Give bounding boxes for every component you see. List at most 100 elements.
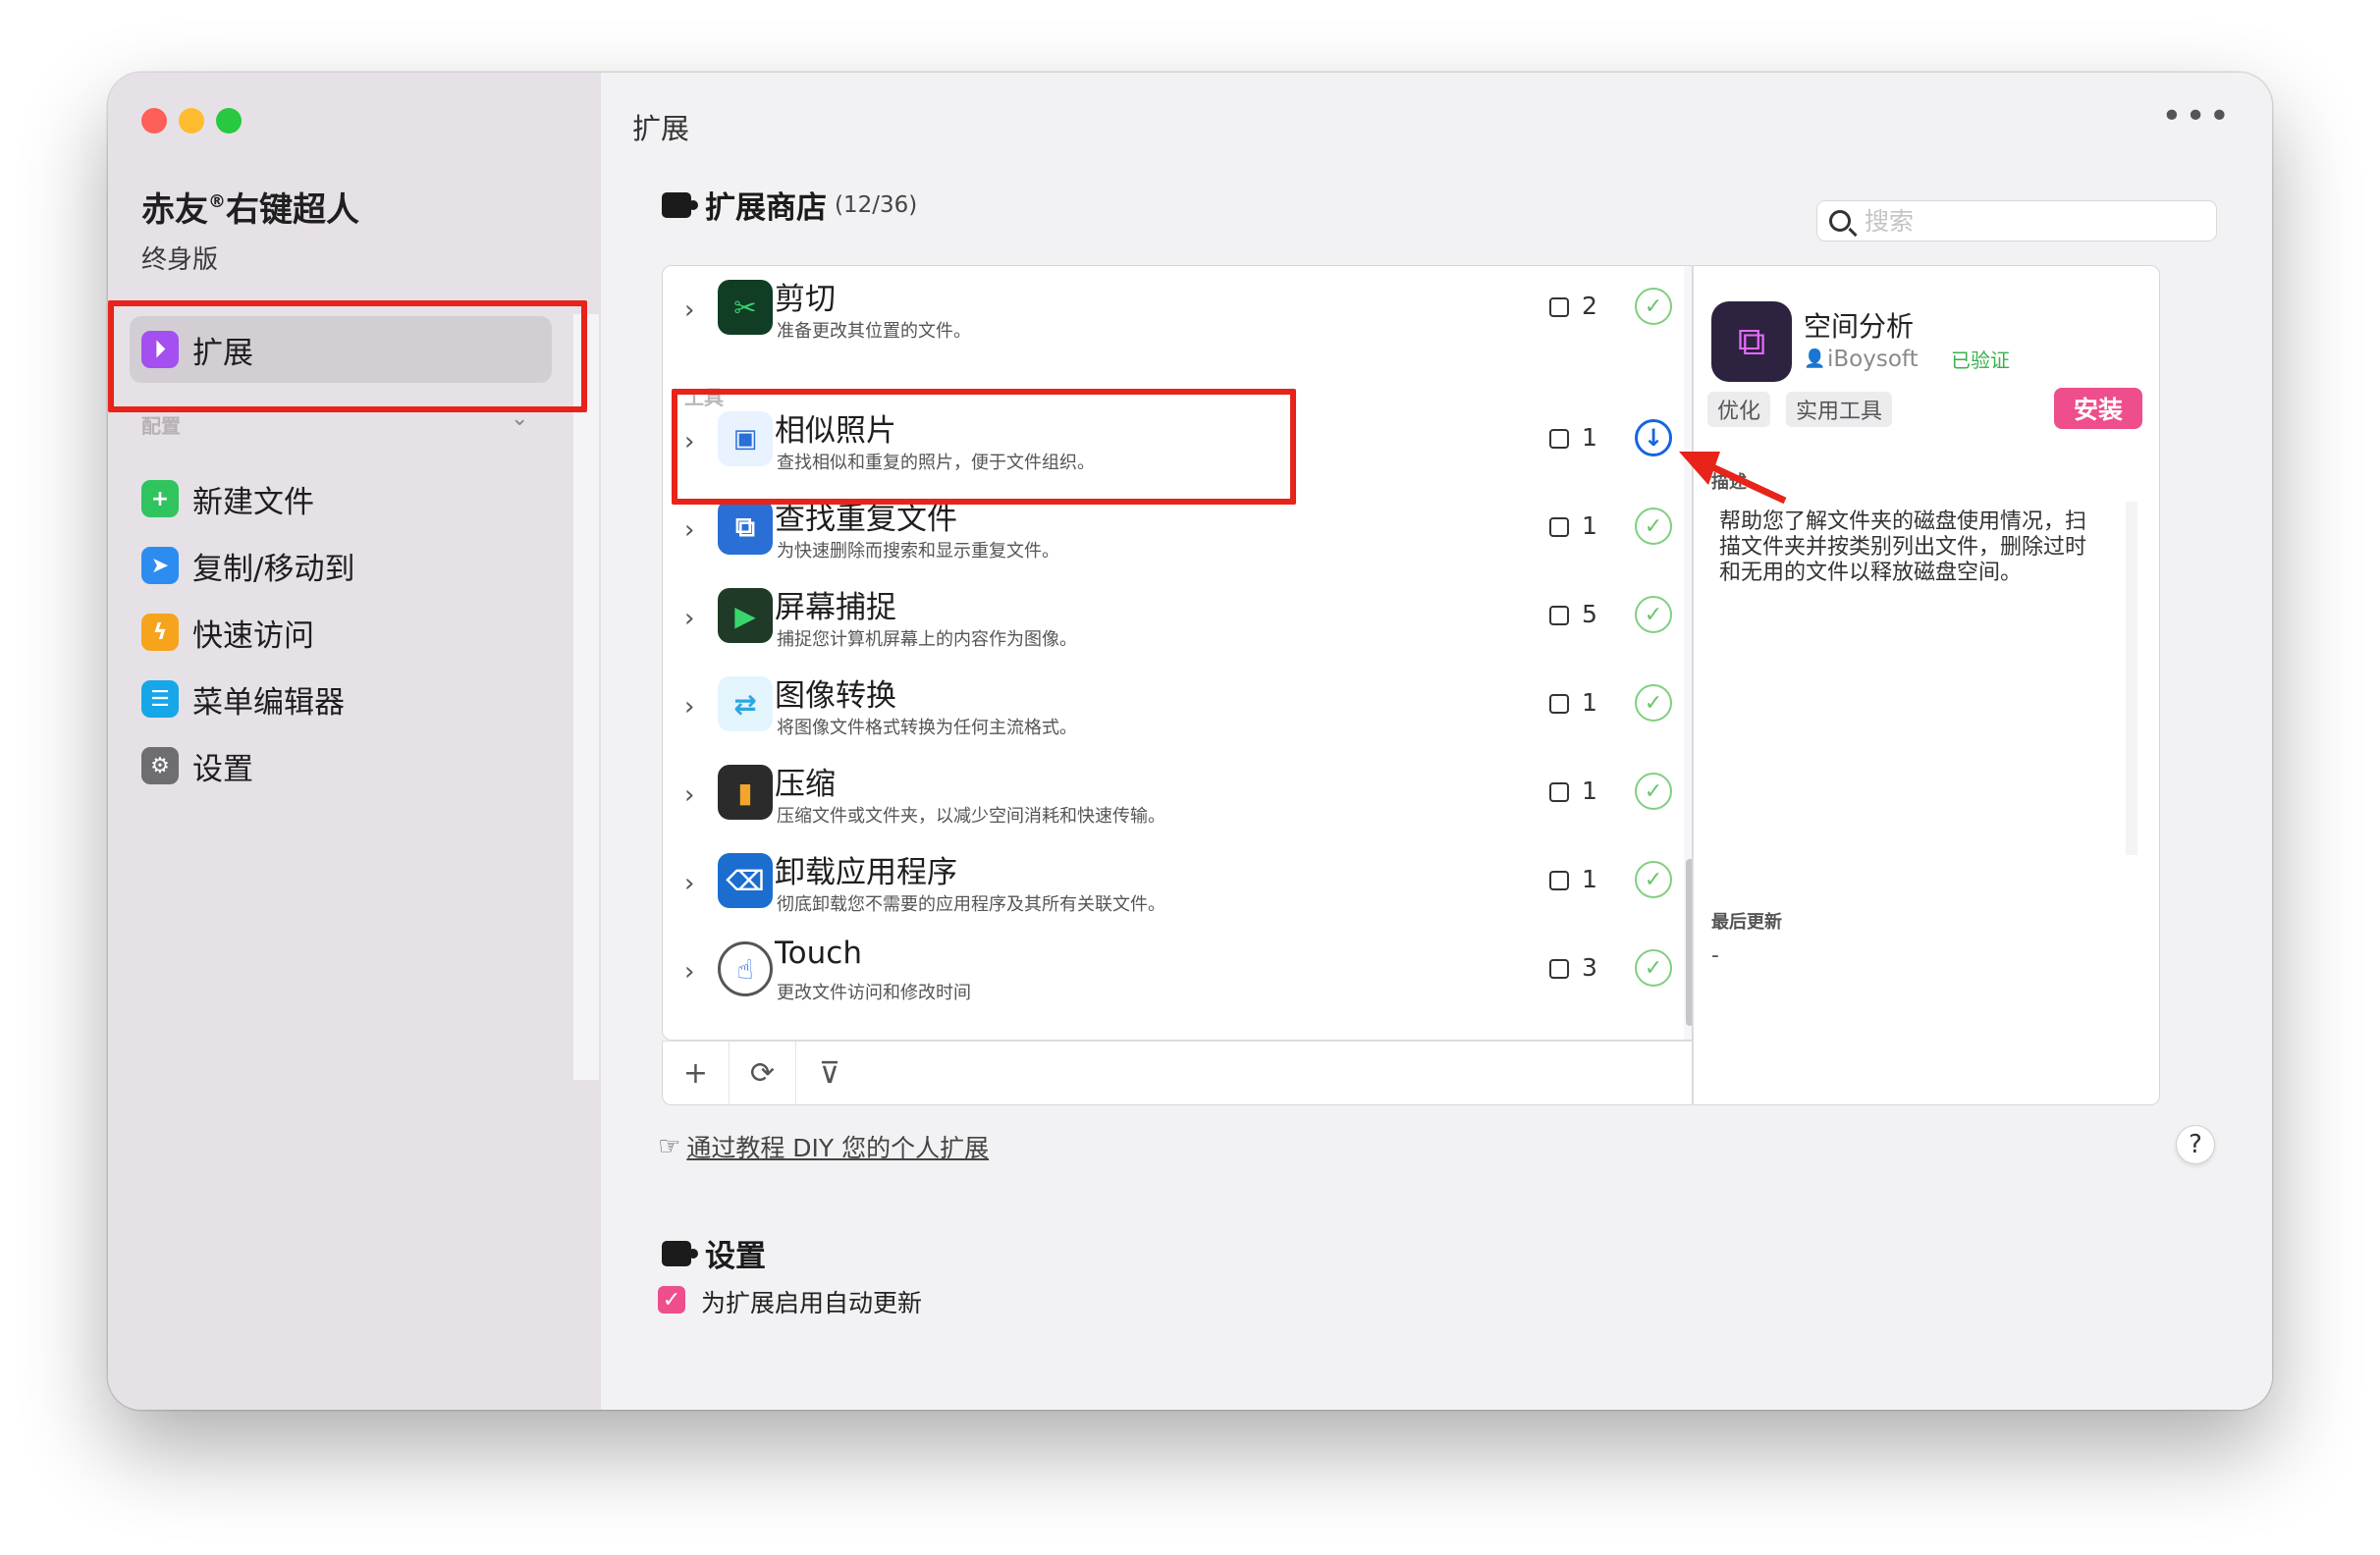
installed-check-icon: ✓ (1635, 508, 1672, 545)
list-scrollbar-thumb[interactable] (1686, 859, 1692, 1026)
installed-check-icon: ✓ (1635, 949, 1672, 987)
chip-icon (1549, 782, 1569, 802)
app-title: 赤友®右键超人 (141, 190, 359, 230)
sidebar-item-new-file[interactable]: + 新建文件 (141, 475, 314, 522)
extension-action-count: 2 (1582, 292, 1597, 320)
sidebar-item-quick-access[interactable]: ϟ 快速访问 (141, 609, 314, 656)
list-item[interactable]: › ▶ 屏幕捕捉 捕捉您计算机屏幕上的内容作为图像。 5 ✓ (663, 574, 1684, 663)
extension-description: 准备更改其位置的文件。 (777, 321, 971, 342)
annotation-highlight-box (108, 300, 587, 412)
auto-update-checkbox[interactable]: ✓ (658, 1286, 685, 1314)
list-item[interactable]: › ⌫ 卸载应用程序 彻底卸载您不需要的应用程序及其所有关联文件。 1 ✓ (663, 839, 1684, 928)
list-icon: ☰ (141, 680, 179, 718)
chevron-right-icon[interactable]: › (684, 957, 694, 987)
main-pane: 扩展 ••• 扩展商店 (12/36) › ✂ 剪切 准备更改其位置的文件。 2… (601, 73, 2272, 1410)
detail-name: 空间分析 (1804, 310, 1915, 343)
help-button[interactable]: ? (2176, 1125, 2215, 1164)
refresh-icon[interactable]: ⟳ (730, 1042, 796, 1104)
add-icon[interactable]: + (663, 1042, 730, 1104)
list-item[interactable]: › ▮ 压缩 压缩文件或文件夹，以减少空间消耗和快速传输。 1 ✓ (663, 751, 1684, 839)
minimize-window-button[interactable] (179, 108, 204, 134)
more-options-icon[interactable]: ••• (2161, 96, 2233, 136)
search-input[interactable] (1865, 206, 2198, 236)
app-edition: 终身版 (141, 245, 219, 275)
installed-check-icon: ✓ (1635, 288, 1672, 325)
sidebar-item-label: 新建文件 (192, 484, 314, 520)
extension-description: 将图像文件格式转换为任何主流格式。 (777, 718, 1077, 738)
chevron-right-icon[interactable]: › (684, 295, 694, 325)
sidebar-group-label: 配置 (141, 414, 181, 438)
sidebar-item-copy-move[interactable]: ➤ 复制/移动到 (141, 542, 354, 589)
chip-icon (1549, 297, 1569, 317)
extension-description: 更改文件访问和修改时间 (777, 983, 971, 1003)
sidebar-scrollbar[interactable] (573, 314, 599, 1080)
chevron-right-icon[interactable]: › (684, 515, 694, 545)
sidebar-item-label: 快速访问 (192, 617, 314, 654)
chevron-right-icon[interactable]: › (684, 604, 694, 633)
settings-heading: 设置 (662, 1231, 766, 1275)
diy-tutorial-link-row: ☞ 通过教程 DIY 您的个人扩展 (658, 1129, 989, 1164)
sidebar-item-label: 设置 (192, 751, 253, 787)
extension-description: 彻底卸载您不需要的应用程序及其所有关联文件。 (777, 894, 1165, 915)
store-count: (12/36) (835, 191, 918, 218)
extension-list: › ✂ 剪切 准备更改其位置的文件。 2 ✓ 工具 › ▣ 相似照片 查找相似和… (662, 265, 1693, 1041)
sidebar-item-settings[interactable]: ⚙ 设置 (141, 742, 253, 789)
tag: 优化 (1707, 392, 1771, 427)
search-icon (1829, 210, 1851, 232)
chevron-right-icon[interactable]: › (684, 869, 694, 898)
extension-title: 图像转换 (775, 678, 896, 714)
list-item[interactable]: › ✂ 剪切 准备更改其位置的文件。 2 ✓ (663, 266, 1684, 354)
install-button[interactable]: 安装 (2054, 388, 2142, 429)
screen-capture-icon: ▶ (718, 588, 773, 643)
extension-action-count: 1 (1582, 688, 1597, 717)
chip-icon (1549, 517, 1569, 537)
scissors-icon: ✂ (718, 280, 773, 335)
diy-tutorial-link[interactable]: 通过教程 DIY 您的个人扩展 (686, 1129, 989, 1164)
chip-icon (1549, 429, 1569, 449)
detail-vendor: iBoysoft (1827, 347, 1919, 372)
detail-description: 帮助您了解文件夹的磁盘使用情况，扫描文件夹并按类别列出文件，删除过时和无用的文件… (1719, 509, 2087, 585)
description-scrollbar[interactable] (2126, 502, 2137, 855)
last-updated-value: - (1711, 943, 1719, 968)
extension-title: 卸载应用程序 (775, 855, 957, 890)
annotation-arrow-icon (1679, 452, 1787, 505)
gear-icon: ⚙ (141, 747, 179, 784)
sidebar-item-menu-editor[interactable]: ☰ 菜单编辑器 (141, 675, 345, 723)
list-item[interactable]: › ☝ Touch 更改文件访问和修改时间 3 ✓ (663, 928, 1684, 1016)
sidebar: 赤友®右键超人 终身版 ⏵ 扩展 配置 ⌄ + 新建文件 ➤ 复制/移动到 ϟ … (108, 73, 601, 1410)
chip-icon (1549, 871, 1569, 890)
puzzle-icon (662, 191, 698, 218)
settings-title: 设置 (705, 1239, 766, 1274)
extension-action-count: 5 (1582, 600, 1597, 628)
filter-sort-icon[interactable]: ⊽ (796, 1042, 863, 1104)
extension-title: 屏幕捕捉 (775, 590, 896, 625)
extension-detail-panel: ⧉ 空间分析 👤 iBoysoft 已验证 优化 实用工具 安装 描述 帮助您了… (1693, 265, 2160, 1105)
tag: 实用工具 (1786, 392, 1893, 427)
app-window: 赤友®右键超人 终身版 ⏵ 扩展 配置 ⌄ + 新建文件 ➤ 复制/移动到 ϟ … (108, 73, 2272, 1410)
send-icon: ➤ (141, 547, 179, 584)
new-file-icon: + (141, 480, 179, 517)
download-icon[interactable]: ↓ (1635, 419, 1672, 456)
verified-badge: 已验证 (1951, 349, 2010, 372)
installed-check-icon: ✓ (1635, 684, 1672, 722)
search-field[interactable] (1816, 200, 2217, 241)
extension-description: 压缩文件或文件夹，以减少空间消耗和快速传输。 (777, 806, 1165, 827)
image-convert-icon: ⇄ (718, 676, 773, 731)
extension-title: Touch (775, 936, 862, 971)
zoom-window-button[interactable] (216, 108, 242, 134)
store-title: 扩展商店 (705, 190, 827, 226)
list-item[interactable]: › ⇄ 图像转换 将图像文件格式转换为任何主流格式。 1 ✓ (663, 663, 1684, 751)
extension-action-count: 1 (1582, 511, 1597, 540)
close-window-button[interactable] (141, 108, 167, 134)
chevron-right-icon[interactable]: › (684, 692, 694, 722)
extension-description: 捕捉您计算机屏幕上的内容作为图像。 (777, 629, 1077, 650)
sidebar-item-label: 菜单编辑器 (192, 684, 345, 721)
annotation-highlight-box (672, 389, 1296, 505)
chevron-right-icon[interactable]: › (684, 780, 694, 810)
puzzle-icon (662, 1240, 698, 1266)
list-toolbar: + ⟳ ⊽ (662, 1041, 1693, 1105)
installed-check-icon: ✓ (1635, 773, 1672, 810)
person-icon: 👤 (1804, 349, 1826, 369)
installed-check-icon: ✓ (1635, 861, 1672, 898)
pointing-hand-icon: ☞ (658, 1132, 681, 1161)
